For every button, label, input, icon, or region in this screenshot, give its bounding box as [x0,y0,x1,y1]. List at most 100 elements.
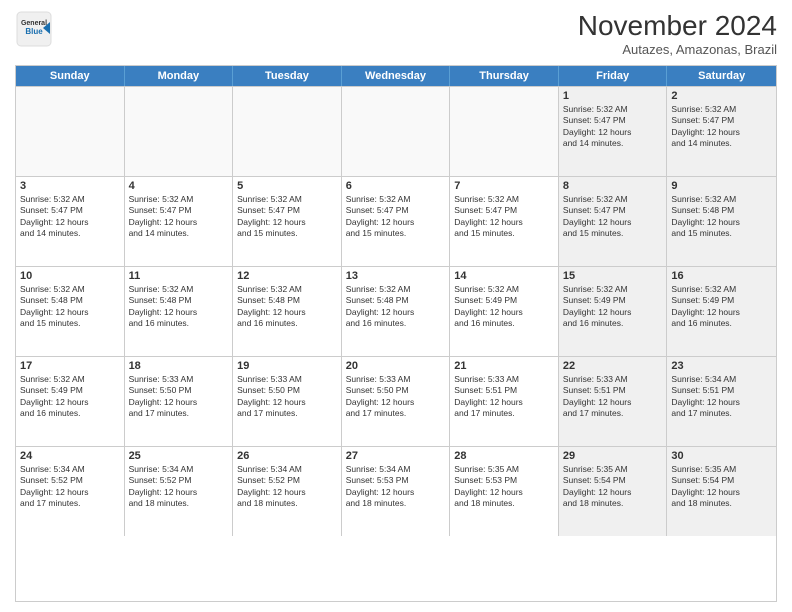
day-info: Sunrise: 5:32 AM Sunset: 5:47 PM Dayligh… [563,104,663,150]
day-header-monday: Monday [125,66,234,86]
cal-cell-22: 22 Sunrise: 5:33 AM Sunset: 5:51 PM Dayli… [559,357,668,446]
day-number: 6 [346,180,446,192]
svg-text:Blue: Blue [25,27,43,36]
day-info: Sunrise: 5:32 AM Sunset: 5:48 PM Dayligh… [20,284,120,330]
location: Autazes, Amazonas, Brazil [578,42,777,57]
day-info: Sunrise: 5:35 AM Sunset: 5:54 PM Dayligh… [671,464,772,510]
day-number: 22 [563,360,663,372]
cal-cell-20: 20 Sunrise: 5:33 AM Sunset: 5:50 PM Dayli… [342,357,451,446]
day-number: 13 [346,270,446,282]
day-number: 27 [346,450,446,462]
logo-icon: General Blue [15,10,53,48]
day-number: 10 [20,270,120,282]
day-number: 9 [671,180,772,192]
day-info: Sunrise: 5:32 AM Sunset: 5:48 PM Dayligh… [129,284,229,330]
day-info: Sunrise: 5:34 AM Sunset: 5:51 PM Dayligh… [671,374,772,420]
calendar: SundayMondayTuesdayWednesdayThursdayFrid… [15,65,777,602]
day-number: 21 [454,360,554,372]
day-number: 17 [20,360,120,372]
day-info: Sunrise: 5:32 AM Sunset: 5:47 PM Dayligh… [563,194,663,240]
day-info: Sunrise: 5:33 AM Sunset: 5:51 PM Dayligh… [454,374,554,420]
day-number: 12 [237,270,337,282]
day-info: Sunrise: 5:35 AM Sunset: 5:54 PM Dayligh… [563,464,663,510]
day-number: 8 [563,180,663,192]
cal-cell-empty-0-4 [450,87,559,176]
week-row-4: 17 Sunrise: 5:32 AM Sunset: 5:49 PM Dayli… [16,356,776,446]
cal-cell-26: 26 Sunrise: 5:34 AM Sunset: 5:52 PM Dayli… [233,447,342,536]
day-info: Sunrise: 5:32 AM Sunset: 5:49 PM Dayligh… [20,374,120,420]
logo: General Blue [15,10,53,53]
cal-cell-3: 3Sunrise: 5:32 AM Sunset: 5:47 PM Daylig… [16,177,125,266]
day-info: Sunrise: 5:32 AM Sunset: 5:47 PM Dayligh… [454,194,554,240]
day-header-saturday: Saturday [667,66,776,86]
cal-cell-6: 6 Sunrise: 5:32 AM Sunset: 5:47 PM Daylig… [342,177,451,266]
day-number: 18 [129,360,229,372]
day-info: Sunrise: 5:34 AM Sunset: 5:52 PM Dayligh… [129,464,229,510]
day-number: 14 [454,270,554,282]
day-info: Sunrise: 5:33 AM Sunset: 5:50 PM Dayligh… [237,374,337,420]
cal-cell-4: 4 Sunrise: 5:32 AM Sunset: 5:47 PM Daylig… [125,177,234,266]
cal-cell-14: 14Sunrise: 5:32 AM Sunset: 5:49 PM Dayli… [450,267,559,356]
day-header-wednesday: Wednesday [342,66,451,86]
cal-cell-1: 1Sunrise: 5:32 AM Sunset: 5:47 PM Daylig… [559,87,668,176]
day-info: Sunrise: 5:34 AM Sunset: 5:52 PM Dayligh… [237,464,337,510]
day-number: 4 [129,180,229,192]
cal-cell-29: 29Sunrise: 5:35 AM Sunset: 5:54 PM Dayli… [559,447,668,536]
cal-cell-11: 11 Sunrise: 5:32 AM Sunset: 5:48 PM Dayli… [125,267,234,356]
cal-cell-27: 27 Sunrise: 5:34 AM Sunset: 5:53 PM Dayli… [342,447,451,536]
day-header-thursday: Thursday [450,66,559,86]
day-number: 16 [671,270,772,282]
day-number: 11 [129,270,229,282]
day-info: Sunrise: 5:33 AM Sunset: 5:51 PM Dayligh… [563,374,663,420]
day-info: Sunrise: 5:32 AM Sunset: 5:47 PM Dayligh… [346,194,446,240]
day-info: Sunrise: 5:32 AM Sunset: 5:49 PM Dayligh… [563,284,663,330]
cal-cell-5: 5 Sunrise: 5:32 AM Sunset: 5:47 PM Daylig… [233,177,342,266]
cal-cell-15: 15Sunrise: 5:32 AM Sunset: 5:49 PM Dayli… [559,267,668,356]
day-info: Sunrise: 5:33 AM Sunset: 5:50 PM Dayligh… [346,374,446,420]
calendar-body: 1Sunrise: 5:32 AM Sunset: 5:47 PM Daylig… [16,86,776,536]
day-info: Sunrise: 5:32 AM Sunset: 5:48 PM Dayligh… [671,194,772,240]
day-info: Sunrise: 5:34 AM Sunset: 5:52 PM Dayligh… [20,464,120,510]
cal-cell-16: 16 Sunrise: 5:32 AM Sunset: 5:49 PM Dayli… [667,267,776,356]
cal-cell-9: 9 Sunrise: 5:32 AM Sunset: 5:48 PM Daylig… [667,177,776,266]
cal-cell-empty-0-1 [125,87,234,176]
day-number: 2 [671,90,772,102]
cal-cell-21: 21 Sunrise: 5:33 AM Sunset: 5:51 PM Dayli… [450,357,559,446]
day-header-sunday: Sunday [16,66,125,86]
day-info: Sunrise: 5:32 AM Sunset: 5:47 PM Dayligh… [129,194,229,240]
title-block: November 2024 Autazes, Amazonas, Brazil [578,10,777,57]
cal-cell-empty-0-2 [233,87,342,176]
day-info: Sunrise: 5:32 AM Sunset: 5:47 PM Dayligh… [671,104,772,150]
cal-cell-23: 23Sunrise: 5:34 AM Sunset: 5:51 PM Dayli… [667,357,776,446]
month-title: November 2024 [578,10,777,42]
day-info: Sunrise: 5:32 AM Sunset: 5:49 PM Dayligh… [671,284,772,330]
day-info: Sunrise: 5:32 AM Sunset: 5:47 PM Dayligh… [237,194,337,240]
calendar-header: SundayMondayTuesdayWednesdayThursdayFrid… [16,66,776,86]
cal-cell-18: 18Sunrise: 5:33 AM Sunset: 5:50 PM Dayli… [125,357,234,446]
cal-cell-7: 7Sunrise: 5:32 AM Sunset: 5:47 PM Daylig… [450,177,559,266]
cal-cell-28: 28 Sunrise: 5:35 AM Sunset: 5:53 PM Dayli… [450,447,559,536]
day-number: 5 [237,180,337,192]
week-row-1: 1Sunrise: 5:32 AM Sunset: 5:47 PM Daylig… [16,86,776,176]
day-number: 30 [671,450,772,462]
svg-text:General: General [21,20,47,27]
day-info: Sunrise: 5:32 AM Sunset: 5:48 PM Dayligh… [346,284,446,330]
cal-cell-12: 12 Sunrise: 5:32 AM Sunset: 5:48 PM Dayli… [233,267,342,356]
cal-cell-2: 2 Sunrise: 5:32 AM Sunset: 5:47 PM Daylig… [667,87,776,176]
day-info: Sunrise: 5:34 AM Sunset: 5:53 PM Dayligh… [346,464,446,510]
cal-cell-empty-0-0 [16,87,125,176]
page: General Blue November 2024 Autazes, Amaz… [0,0,792,612]
cal-cell-10: 10 Sunrise: 5:32 AM Sunset: 5:48 PM Dayli… [16,267,125,356]
day-info: Sunrise: 5:32 AM Sunset: 5:48 PM Dayligh… [237,284,337,330]
day-number: 20 [346,360,446,372]
week-row-2: 3Sunrise: 5:32 AM Sunset: 5:47 PM Daylig… [16,176,776,266]
day-number: 28 [454,450,554,462]
cal-cell-19: 19Sunrise: 5:33 AM Sunset: 5:50 PM Dayli… [233,357,342,446]
header: General Blue November 2024 Autazes, Amaz… [15,10,777,57]
cal-cell-empty-0-3 [342,87,451,176]
day-number: 24 [20,450,120,462]
day-info: Sunrise: 5:35 AM Sunset: 5:53 PM Dayligh… [454,464,554,510]
cal-cell-25: 25Sunrise: 5:34 AM Sunset: 5:52 PM Dayli… [125,447,234,536]
day-header-tuesday: Tuesday [233,66,342,86]
day-number: 26 [237,450,337,462]
